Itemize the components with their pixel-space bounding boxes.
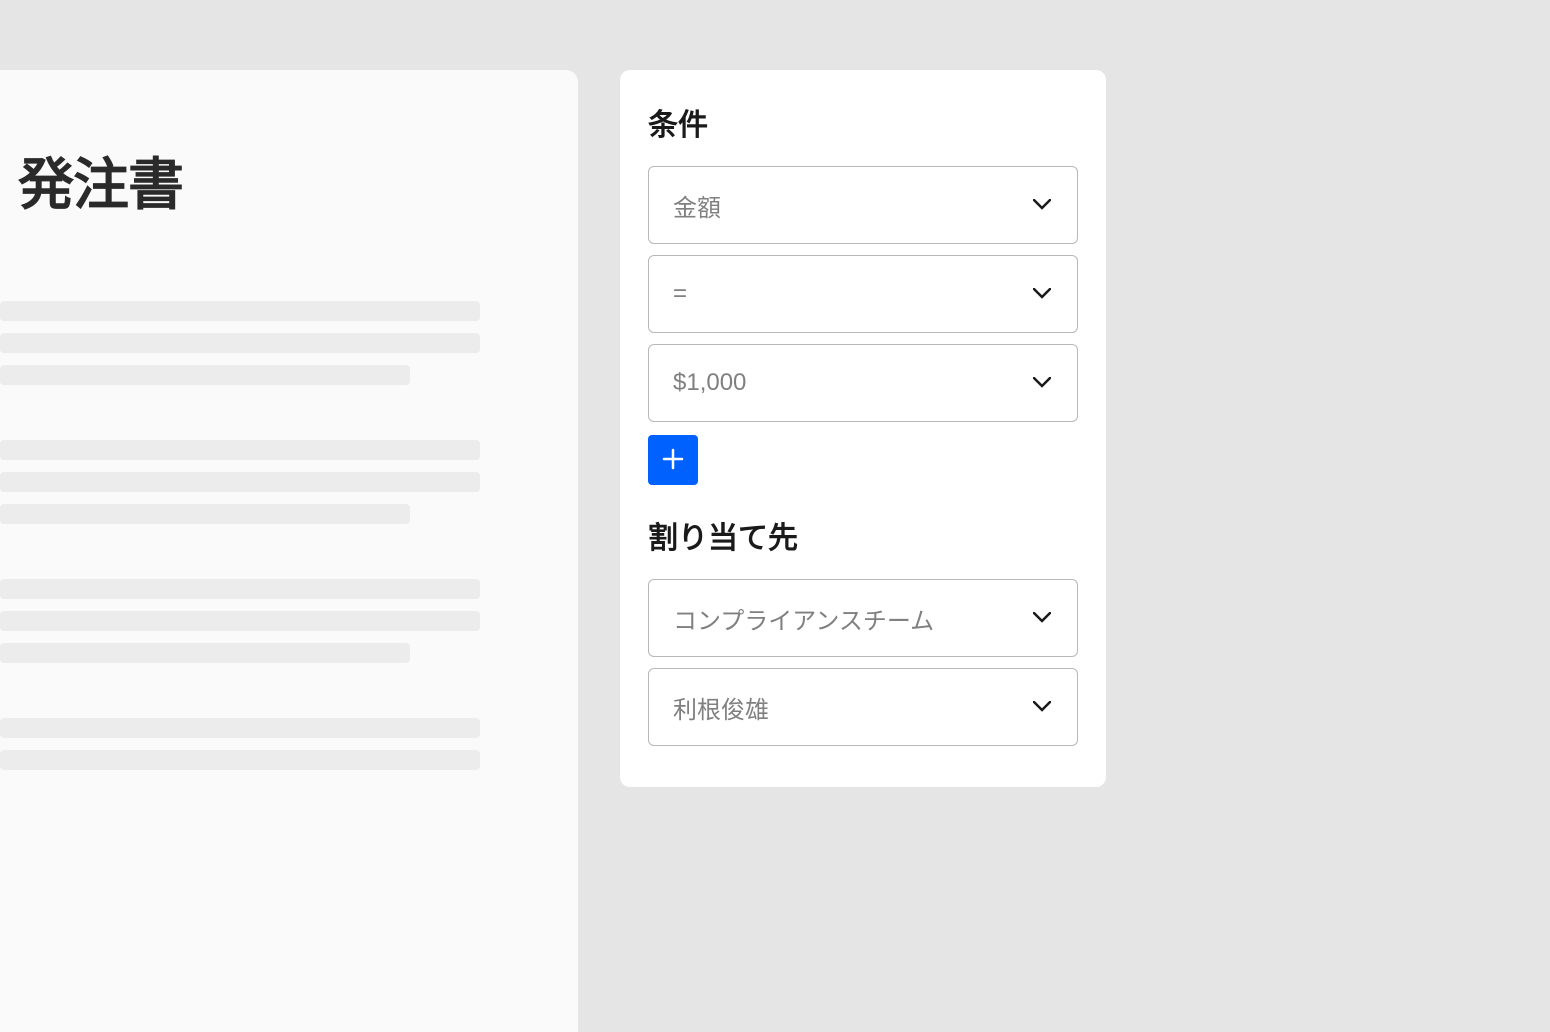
skeleton-line [0,365,410,385]
document-preview-panel: 発注書 [0,70,578,1032]
chevron-down-icon [1031,372,1053,394]
assignment-heading: 割り当て先 [648,513,1078,557]
select-value: コンプライアンスチーム [673,601,934,636]
skeleton-line [0,750,480,770]
skeleton-line [0,472,480,492]
skeleton-line [0,301,480,321]
skeleton-line [0,440,480,460]
chevron-down-icon [1031,194,1053,216]
add-condition-button[interactable] [648,435,698,485]
skeleton-block-2 [0,440,578,524]
chevron-down-icon [1031,696,1053,718]
skeleton-block-4 [0,718,578,770]
chevron-down-icon [1031,283,1053,305]
assignment-person-select[interactable]: 利根俊雄 [648,668,1078,746]
assignment-team-select[interactable]: コンプライアンスチーム [648,579,1078,657]
select-value: $1,000 [673,369,746,397]
select-value: = [673,280,687,308]
conditions-panel: 条件 金額 = $1,000 割り当て先 コンプライアンスチーム 利根俊雄 [620,70,1106,787]
plus-icon [662,448,684,473]
skeleton-block-3 [0,579,578,663]
condition-operator-select[interactable]: = [648,255,1078,333]
chevron-down-icon [1031,607,1053,629]
condition-field-select[interactable]: 金額 [648,166,1078,244]
select-value: 利根俊雄 [673,690,769,725]
document-title: 発注書 [18,140,578,221]
skeleton-line [0,611,480,631]
skeleton-line [0,333,480,353]
select-value: 金額 [673,188,721,223]
skeleton-block-1 [0,301,578,385]
skeleton-line [0,504,410,524]
conditions-heading: 条件 [648,100,1078,144]
skeleton-line [0,579,480,599]
condition-value-select[interactable]: $1,000 [648,344,1078,422]
skeleton-line [0,718,480,738]
skeleton-line [0,643,410,663]
